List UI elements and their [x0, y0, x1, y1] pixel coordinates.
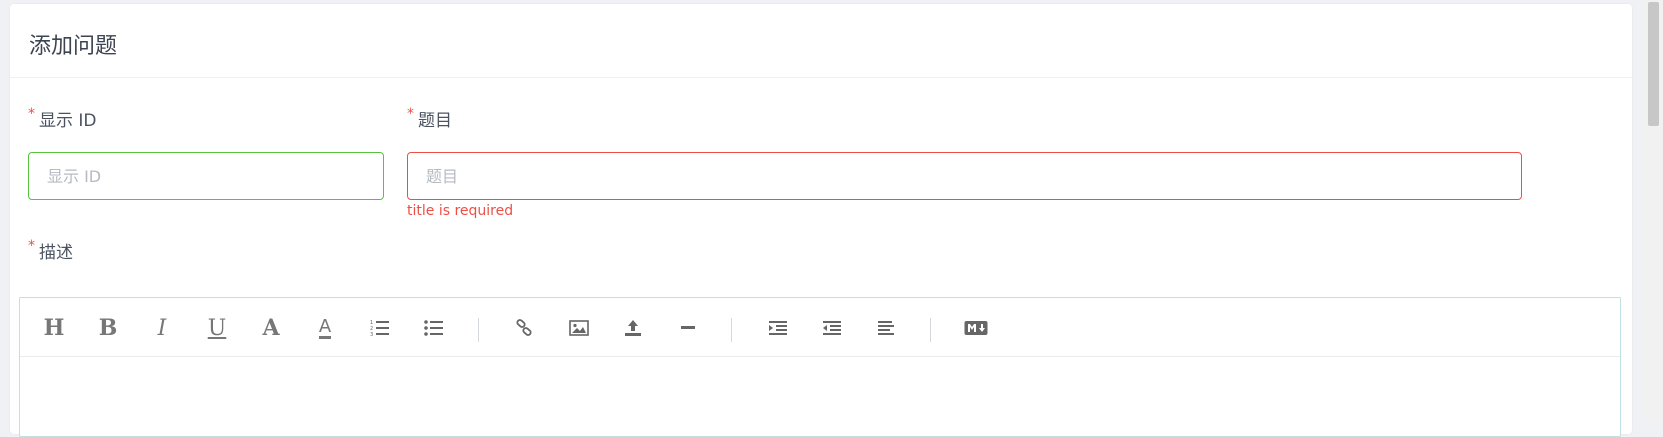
description-label: * 描述	[28, 238, 73, 263]
vertical-scrollbar[interactable]	[1643, 0, 1663, 421]
scrollbar-thumb[interactable]	[1648, 2, 1659, 126]
upload-button[interactable]	[619, 314, 647, 342]
image-icon	[569, 320, 589, 336]
description-label-text: 描述	[39, 243, 73, 263]
display-id-label: * 显示 ID	[28, 106, 97, 131]
heading-button[interactable]: H	[40, 314, 68, 342]
font-size-icon: A	[262, 315, 280, 341]
italic-icon: I	[157, 315, 167, 341]
markdown-icon	[964, 321, 988, 335]
card-header: 添加问题	[10, 4, 1632, 78]
indent-button[interactable]	[764, 314, 792, 342]
required-mark: *	[28, 106, 35, 122]
editor-toolbar: H B I U A A 1 2 3	[20, 298, 1620, 357]
link-button[interactable]	[510, 314, 538, 342]
title-input[interactable]	[407, 152, 1522, 200]
title-error-message: title is required	[407, 203, 514, 219]
toolbar-divider	[731, 318, 732, 342]
unordered-list-button[interactable]	[420, 314, 448, 342]
unordered-list-icon	[424, 320, 443, 336]
font-color-icon: A	[318, 315, 332, 339]
description-editor: H B I U A A 1 2 3	[19, 297, 1621, 437]
outdent-button[interactable]	[818, 314, 846, 342]
heading-icon: H	[43, 315, 65, 341]
font-color-button[interactable]: A	[311, 314, 339, 342]
display-id-input[interactable]	[28, 152, 384, 200]
upload-icon	[625, 320, 641, 336]
page-title: 添加问题	[29, 34, 118, 59]
svg-text:3: 3	[370, 332, 373, 337]
bold-icon: B	[98, 315, 118, 341]
link-icon	[516, 319, 532, 336]
toolbar-divider	[478, 318, 479, 342]
horizontal-rule-button[interactable]	[674, 314, 702, 342]
italic-button[interactable]: I	[148, 314, 176, 342]
title-label: * 题目	[407, 106, 452, 131]
indent-icon	[769, 321, 787, 335]
ordered-list-icon: 1 2 3	[370, 320, 389, 337]
required-mark: *	[28, 238, 35, 254]
bold-button[interactable]: B	[94, 314, 122, 342]
underline-button[interactable]: U	[203, 314, 231, 342]
toolbar-divider	[930, 318, 931, 342]
markdown-toggle-button[interactable]	[962, 314, 990, 342]
ordered-list-button[interactable]: 1 2 3	[366, 314, 394, 342]
image-button[interactable]	[565, 314, 593, 342]
align-left-button[interactable]	[872, 314, 900, 342]
outdent-icon	[823, 321, 841, 335]
title-label-text: 题目	[418, 111, 452, 131]
required-mark: *	[407, 106, 414, 122]
editor-content-area[interactable]	[20, 356, 1620, 436]
horizontal-rule-icon	[681, 326, 695, 329]
underline-icon: U	[207, 315, 227, 341]
display-id-label-text: 显示 ID	[39, 111, 97, 131]
font-size-button[interactable]: A	[257, 314, 285, 342]
align-left-icon	[878, 321, 894, 335]
